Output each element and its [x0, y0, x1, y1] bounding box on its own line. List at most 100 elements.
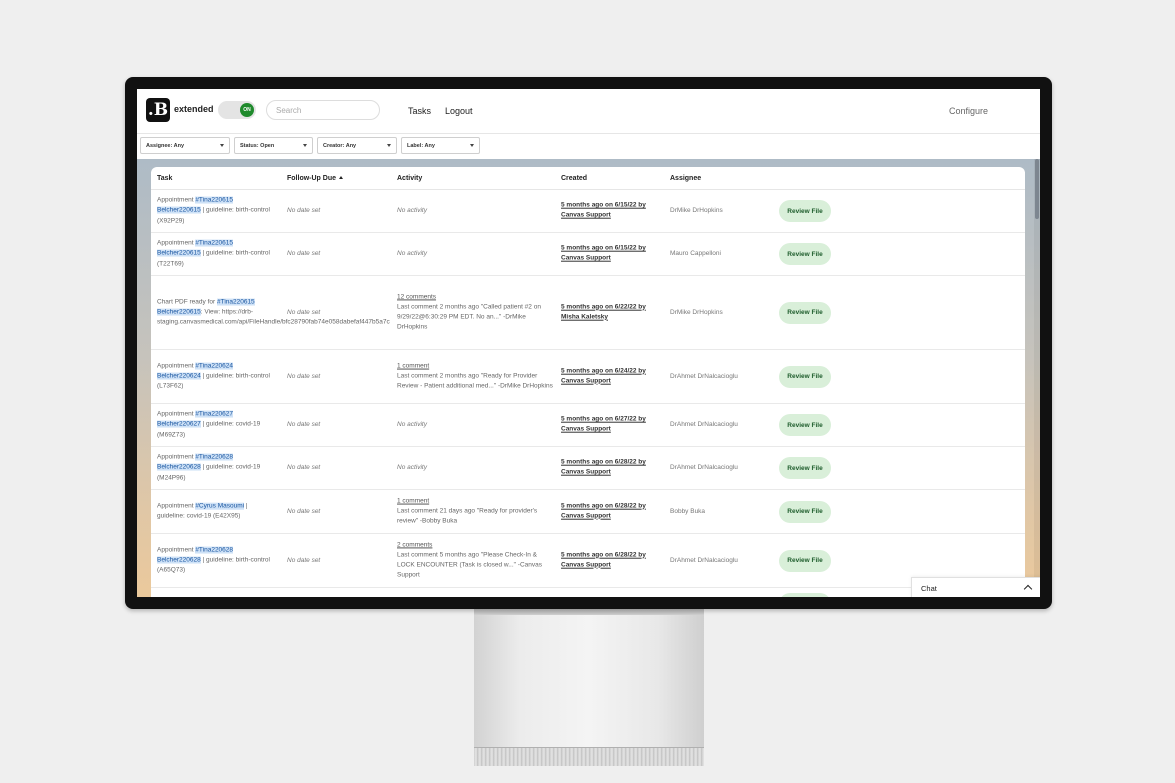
activity-cell: 1 comment Last comment 21 days ago "Ready…	[397, 496, 555, 527]
review-file-button[interactable]: Review File	[779, 301, 831, 324]
review-file-button[interactable]: Review File	[779, 593, 831, 597]
sort-ascending-icon	[339, 176, 343, 179]
task-table: Task Follow-Up Due Activity Created Assi…	[151, 167, 1025, 597]
chevron-up-icon[interactable]	[1023, 584, 1033, 594]
task-cell: Appointment #Cyrus Masoumi | guideline: …	[157, 501, 275, 522]
task-cell: Appointment #Tina220627 Belcher220627 | …	[157, 410, 275, 441]
activity-text: No activity	[397, 249, 427, 257]
chat-label: Chat	[921, 584, 937, 593]
created-link[interactable]: 5 months ago on 6/28/22 by Canvas Suppor…	[561, 501, 661, 522]
review-file-button[interactable]: Review File	[779, 457, 831, 479]
assignee-cell: DrAhmet DrNalcacioglu	[670, 463, 738, 471]
chevron-down-icon	[470, 144, 474, 147]
nav-logout[interactable]: Logout	[445, 106, 473, 116]
task-prefix: Chart PDF ready for	[157, 298, 217, 306]
task-prefix: Appointment	[157, 502, 196, 510]
follow-up-cell: No date set	[287, 463, 321, 471]
created-link[interactable]: 5 months ago on 6/27/22 by Canvas Suppor…	[561, 415, 661, 436]
task-cell: Appointment #Tina220628 Belcher220628 | …	[157, 453, 275, 484]
task-prefix: Appointment	[157, 239, 196, 247]
activity-cell: 2 comments Last comment 5 months ago "Ple…	[397, 540, 555, 581]
monitor-stand	[474, 609, 704, 749]
table-row[interactable]: Appointment #Tina220627 Belcher220627 | …	[151, 404, 1025, 447]
configure-link[interactable]: Configure	[949, 106, 988, 116]
column-header-assignee[interactable]: Assignee	[670, 175, 701, 182]
activity-comments-link[interactable]: 1 comment	[397, 497, 429, 504]
table-body: Appointment #Tina220615 Belcher220615 | …	[151, 190, 1025, 597]
chevron-down-icon	[220, 144, 224, 147]
nav-tasks[interactable]: Tasks	[408, 106, 431, 116]
table-row[interactable]: Appointment #Tina220615 Belcher220615 | …	[151, 190, 1025, 233]
patient-link[interactable]: #Cyrus Masoumi	[195, 502, 245, 510]
activity-cell: 1 comment Last comment 2 months ago "Read…	[397, 361, 555, 392]
toggle-knob: ON	[240, 103, 254, 117]
extension-toggle[interactable]: ON	[218, 101, 256, 119]
chevron-down-icon	[387, 144, 391, 147]
assignee-cell: DrAhmet DrNalcacioglu	[670, 372, 738, 380]
activity-comments-link[interactable]: 12 comments	[397, 293, 436, 300]
task-cell: Appointment #Tina220628 Belcher220628 | …	[157, 545, 275, 576]
review-file-button[interactable]: Review File	[779, 549, 831, 572]
review-file-button[interactable]: Review File	[779, 500, 831, 523]
activity-cell: 12 comments Last comment 2 months ago "Ca…	[397, 292, 555, 333]
review-file-button[interactable]: Review File	[779, 414, 831, 436]
monitor-stand-base	[474, 747, 704, 766]
chat-widget[interactable]: Chat	[911, 577, 1040, 597]
table-row[interactable]: Chart PDF ready for #Tina220615 Belcher2…	[151, 276, 1025, 350]
created-link[interactable]: 5 months ago on 6/22/22 by Misha Kaletsk…	[561, 302, 661, 323]
activity-text: Last comment 5 months ago "Please Check-…	[397, 551, 542, 579]
task-cell: Appointment #Tina220615 Belcher220615 | …	[157, 239, 275, 270]
activity-comments-link[interactable]: 2 comments	[397, 541, 432, 548]
status-filter-label: Status: Open	[240, 142, 275, 149]
assignee-filter[interactable]: Assignee: Any	[140, 137, 230, 154]
activity-comments-link[interactable]: 1 comment	[397, 362, 429, 369]
activity-text: Last comment 2 months ago "Ready for Pro…	[397, 372, 553, 390]
follow-up-cell: No date set	[287, 420, 321, 428]
task-cell: Appointment #Tina220615 Belcher220615 | …	[157, 196, 275, 227]
activity-cell: No activity	[397, 463, 555, 473]
created-link[interactable]: 5 months ago on 6/28/22 by Canvas Suppor…	[561, 550, 661, 571]
follow-up-cell: No date set	[287, 372, 321, 380]
top-bar: .B extended ON Tasks Logout Configure	[137, 89, 1040, 134]
task-prefix: Appointment	[157, 196, 196, 204]
table-row[interactable]: Appointment #Tina220628 Belcher220628 | …	[151, 534, 1025, 588]
assignee-cell: Mauro Cappelloni	[670, 249, 721, 257]
review-file-button[interactable]: Review File	[779, 243, 831, 265]
status-filter[interactable]: Status: Open	[234, 137, 313, 154]
created-link[interactable]: 5 months ago on 6/24/22 by Canvas Suppor…	[561, 366, 661, 387]
scrollbar-thumb[interactable]	[1035, 159, 1039, 219]
table-row[interactable]: Appointment #Tina220615 Belcher220615 | …	[151, 233, 1025, 276]
column-header-task[interactable]: Task	[157, 175, 172, 182]
chevron-down-icon	[303, 144, 307, 147]
follow-up-cell: No date set	[287, 308, 321, 316]
column-header-follow-up[interactable]: Follow-Up Due	[287, 175, 343, 182]
activity-text: No activity	[397, 206, 427, 214]
created-link[interactable]: 5 months ago on 6/15/22 by Canvas Suppor…	[561, 201, 661, 222]
follow-up-cell: No date set	[287, 249, 321, 257]
assignee-filter-label: Assignee: Any	[146, 142, 185, 149]
label-filter[interactable]: Label: Any	[401, 137, 480, 154]
search-input[interactable]	[266, 100, 380, 120]
task-prefix: Appointment	[157, 453, 196, 461]
activity-text: Last comment 2 months ago "Called patien…	[397, 303, 541, 331]
brand-logo[interactable]: .B	[146, 98, 170, 122]
review-file-button[interactable]: Review File	[779, 365, 831, 388]
follow-up-cell: No date set	[287, 206, 321, 214]
scrollbar[interactable]	[1034, 159, 1040, 597]
review-file-button[interactable]: Review File	[779, 200, 831, 222]
table-row[interactable]: Appointment #Cyrus Masoumi | guideline: …	[151, 490, 1025, 534]
creator-filter-label: Creator: Any	[323, 142, 357, 149]
filter-bar: Assignee: Any Status: Open Creator: Any …	[137, 134, 1040, 159]
created-link[interactable]: 5 months ago on 6/28/22 by Canvas Suppor…	[561, 458, 661, 479]
creator-filter[interactable]: Creator: Any	[317, 137, 397, 154]
activity-text: No activity	[397, 420, 427, 428]
table-row[interactable]: Appointment #m k | guideline: covid-No d…	[151, 588, 1025, 597]
task-cell: Appointment #Tina220624 Belcher220624 | …	[157, 361, 275, 392]
table-row[interactable]: Appointment #Tina220624 Belcher220624 | …	[151, 350, 1025, 404]
column-header-created[interactable]: Created	[561, 175, 587, 182]
column-header-follow-up-label: Follow-Up Due	[287, 175, 336, 182]
created-link[interactable]: 5 months ago on 6/15/22 by Canvas Suppor…	[561, 244, 661, 265]
column-header-activity[interactable]: Activity	[397, 175, 422, 182]
table-row[interactable]: Appointment #Tina220628 Belcher220628 | …	[151, 447, 1025, 490]
activity-text: No activity	[397, 463, 427, 471]
